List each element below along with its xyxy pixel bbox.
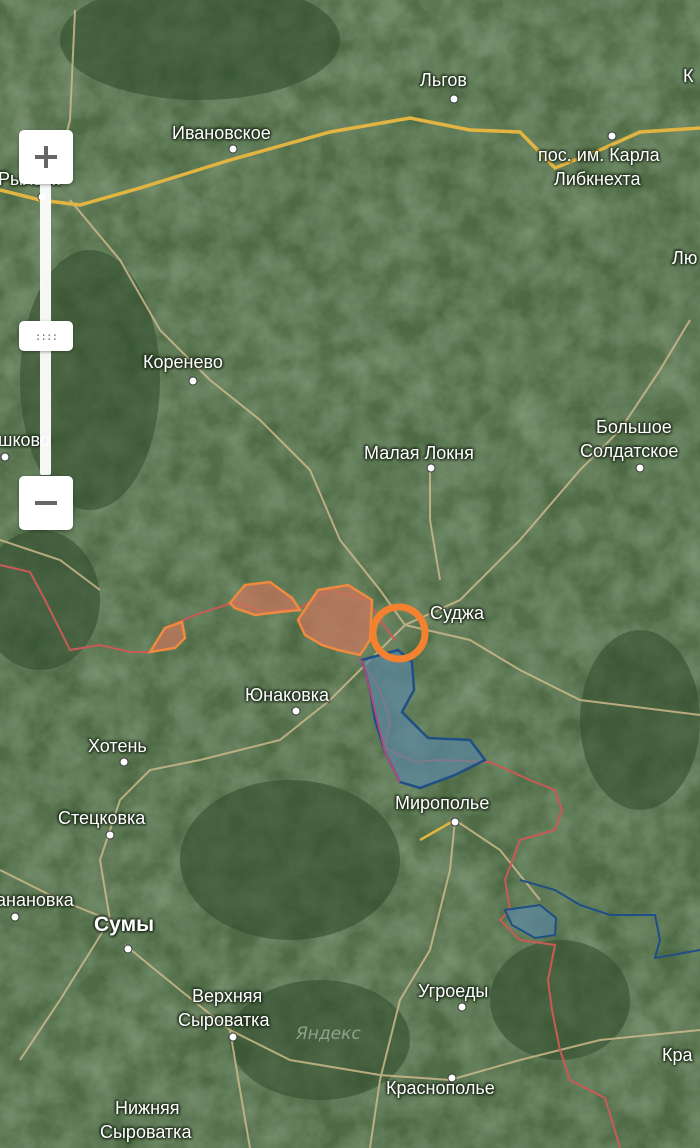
place-dot [457,1002,467,1012]
place-label-krasnopolye: Краснополье [386,1078,495,1098]
place-label-sumy: Сумы [94,913,155,936]
place-dot [0,452,10,462]
place-label-karl-liebknecht-line2: Либкнехта [554,169,641,189]
minus-icon [35,501,57,505]
place-label-kra: Кра [662,1045,693,1065]
place-dot [228,1032,238,1042]
place-dot [105,830,115,840]
place-label-khoten: Хотень [88,736,147,756]
place-label-verkhnyaya-line1: Верхняя [192,986,263,1006]
place-label-sudzha: Суджа [430,603,484,623]
place-label-bolshoe-line1: Большое [596,417,672,437]
place-label-nizhnyaya-line1: Нижняя [115,1098,180,1118]
place-label-stetskovka: Стецковка [58,808,146,828]
place-label-bolshoe-line2: Солдатское [580,441,679,461]
place-label-ananovka: анaновка [0,890,74,910]
place-label-yunakovka: Юнаковка [245,685,330,705]
grip-dots-icon: :::: [34,329,58,343]
place-dot [450,817,460,827]
zoom-in-button[interactable] [19,130,73,184]
place-label-k: К [683,66,694,86]
plus-icon [35,146,57,168]
place-label-ivanovskoe: Ивановское [172,123,271,143]
place-dot [426,463,436,473]
place-label-ugroedy: Угроеды [418,981,489,1001]
place-label-lyu: Лю [672,248,698,268]
place-dot [188,376,198,386]
map-canvas[interactable]: Льгов К Ивановское Рыльск пос. им. Карла… [0,0,700,1148]
place-dot [228,144,238,154]
zoom-out-button[interactable] [19,476,73,530]
yandex-watermark: Яндекс [296,1024,361,1044]
place-dot [123,944,133,954]
place-label-malaya-loknya: Малая Локня [364,443,474,463]
place-label-nizhnyaya-line2: Сыроватка [100,1122,192,1142]
place-dot [607,131,617,141]
place-label-miropolye: Миропольe [395,793,490,813]
place-dot [10,912,20,922]
zoom-slider-handle[interactable]: :::: [19,321,73,351]
place-dot [291,706,301,716]
place-label-korenevo: Коренево [143,352,223,372]
place-label-karl-liebknecht-line1: пос. им. Карла [538,145,660,165]
place-label-verkhnyaya-line2: Сыроватка [178,1010,270,1030]
place-dot [635,463,645,473]
place-label-lgov: Льгов [420,70,467,90]
place-dot [449,94,459,104]
place-dot [119,757,129,767]
